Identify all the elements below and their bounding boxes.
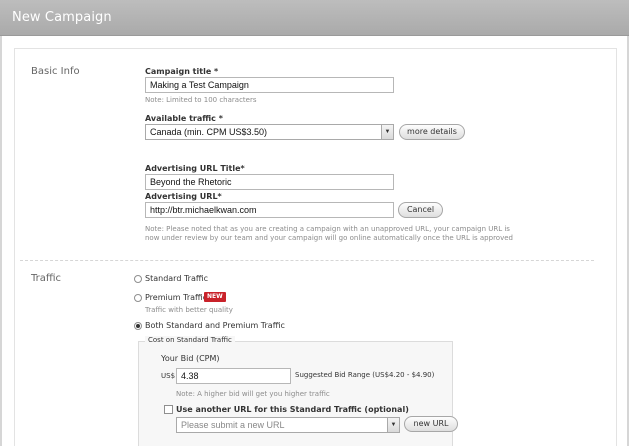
radio-premium-traffic[interactable] [134, 294, 142, 302]
alt-url-placeholder: Please submit a new URL [181, 420, 285, 430]
campaign-title-input[interactable]: Making a Test Campaign [145, 77, 394, 93]
alt-url-checkbox[interactable] [164, 405, 173, 414]
new-badge: NEW [204, 292, 226, 302]
section-label-traffic: Traffic [31, 273, 62, 284]
available-traffic-selected: Canada (min. CPM US$3.50) [150, 127, 268, 137]
alt-url-select[interactable]: Please submit a new URL ▼ [176, 417, 400, 433]
campaign-title-label: Campaign title * [145, 67, 219, 76]
advertising-url-input[interactable]: http://btr.michaelkwan.com [145, 202, 394, 218]
chevron-down-icon[interactable]: ▼ [381, 125, 393, 139]
premium-traffic-sublabel: Traffic with better quality [145, 306, 233, 314]
campaign-title-note: Note: Limited to 100 characters [145, 96, 257, 104]
standard-cost-legend: Cost on Standard Traffic [145, 336, 235, 344]
advertising-url-note-line-2: now under review by our team and your ca… [145, 234, 513, 242]
your-bid-label: Your Bid (CPM) [161, 354, 220, 363]
cancel-button[interactable]: Cancel [398, 202, 443, 218]
radio-label-standard-traffic[interactable]: Standard Traffic [145, 274, 208, 283]
radio-both-traffic[interactable] [134, 322, 142, 330]
title-bar: New Campaign [0, 0, 629, 36]
more-details-button[interactable]: more details [399, 124, 465, 140]
radio-standard-traffic[interactable] [134, 275, 142, 283]
bid-input[interactable]: 4.38 [176, 368, 291, 384]
section-divider [20, 260, 594, 261]
available-traffic-label: Available traffic * [145, 114, 223, 123]
advertising-url-title-input[interactable]: Beyond the Rhetoric [145, 174, 394, 190]
new-url-button[interactable]: new URL [404, 416, 458, 432]
currency-label: US$ [161, 372, 176, 380]
radio-label-premium-traffic[interactable]: Premium Traffic [145, 293, 207, 302]
radio-label-both-traffic[interactable]: Both Standard and Premium Traffic [145, 321, 285, 330]
section-label-basic-info: Basic Info [31, 66, 80, 77]
advertising-url-title-label: Advertising URL Title* [145, 164, 245, 173]
advertising-url-label: Advertising URL* [145, 192, 222, 201]
available-traffic-select[interactable]: Canada (min. CPM US$3.50) ▼ [145, 124, 394, 140]
page-title: New Campaign [12, 10, 112, 25]
chevron-down-icon[interactable]: ▼ [387, 418, 399, 432]
alt-url-checkbox-label[interactable]: Use another URL for this Standard Traffi… [176, 405, 409, 414]
bid-note: Note: A higher bid will get you higher t… [176, 390, 330, 398]
suggested-bid-range: Suggested Bid Range (US$4.20 - $4.90) [295, 371, 435, 379]
